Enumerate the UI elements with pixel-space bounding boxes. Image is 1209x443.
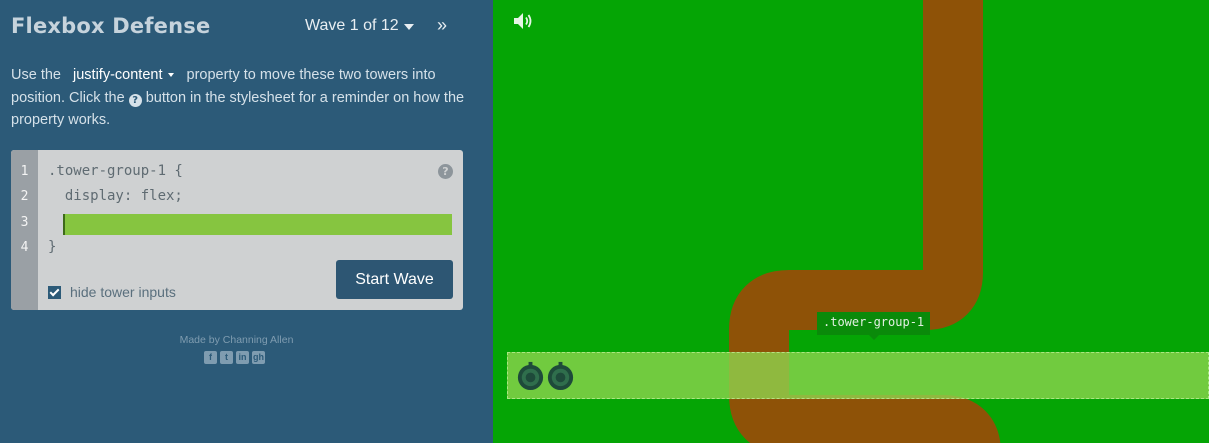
line-number: 4 xyxy=(20,240,29,255)
line-number-gutter: 1 2 3 4 xyxy=(11,150,38,310)
caret-down-icon xyxy=(168,73,175,78)
wave-label: Wave 1 of 12 xyxy=(305,17,399,34)
css-property-input[interactable] xyxy=(63,214,452,235)
tower-group-1 xyxy=(507,352,1209,399)
line-number: 3 xyxy=(20,215,29,230)
css-editor: 1 2 3 4 .tower-group-1 { display: flex; … xyxy=(11,150,463,310)
code-display-line: display: flex; xyxy=(48,188,183,204)
facebook-icon[interactable]: f xyxy=(204,351,217,364)
volume-icon[interactable] xyxy=(513,12,535,34)
chevron-down-icon xyxy=(403,23,414,30)
property-dropdown[interactable]: justify-content xyxy=(67,64,180,87)
start-wave-button[interactable]: Start Wave xyxy=(336,260,453,299)
twitter-icon[interactable]: t xyxy=(220,351,233,364)
hide-tower-inputs-label: hide tower inputs xyxy=(70,284,176,300)
help-circle-icon: ? xyxy=(128,93,142,107)
github-icon[interactable]: gh xyxy=(252,351,265,364)
hide-tower-inputs-checkbox[interactable] xyxy=(48,285,61,299)
app-title: Flexbox Defense xyxy=(11,14,211,38)
tower[interactable] xyxy=(545,360,576,391)
linkedin-icon[interactable]: in xyxy=(236,351,249,364)
help-button[interactable]: ? xyxy=(438,164,453,179)
property-dropdown-label: justify-content xyxy=(73,67,163,83)
level-sidebar: Flexbox Defense Wave 1 of 12 » Use the j… xyxy=(0,0,493,443)
line-number: 2 xyxy=(20,189,29,204)
code-closing-brace: } xyxy=(48,239,57,255)
tower[interactable] xyxy=(515,360,546,391)
instructions-text: Use the justify-content property to move… xyxy=(11,64,481,132)
tower-group-label: .tower-group-1 xyxy=(817,312,931,340)
author-credit: Made by Channing Allen xyxy=(179,334,294,346)
hide-tower-inputs-toggle[interactable]: hide tower inputs xyxy=(48,284,176,300)
game-board: .tower-group-1 xyxy=(493,0,1209,443)
next-wave-button[interactable]: » xyxy=(437,15,447,36)
code-selector-line: .tower-group-1 { xyxy=(48,163,183,179)
instructions-before: Use the xyxy=(11,67,61,83)
wave-selector[interactable]: Wave 1 of 12 xyxy=(305,17,414,35)
social-links: f t in gh xyxy=(204,351,265,364)
line-number: 1 xyxy=(20,164,29,179)
